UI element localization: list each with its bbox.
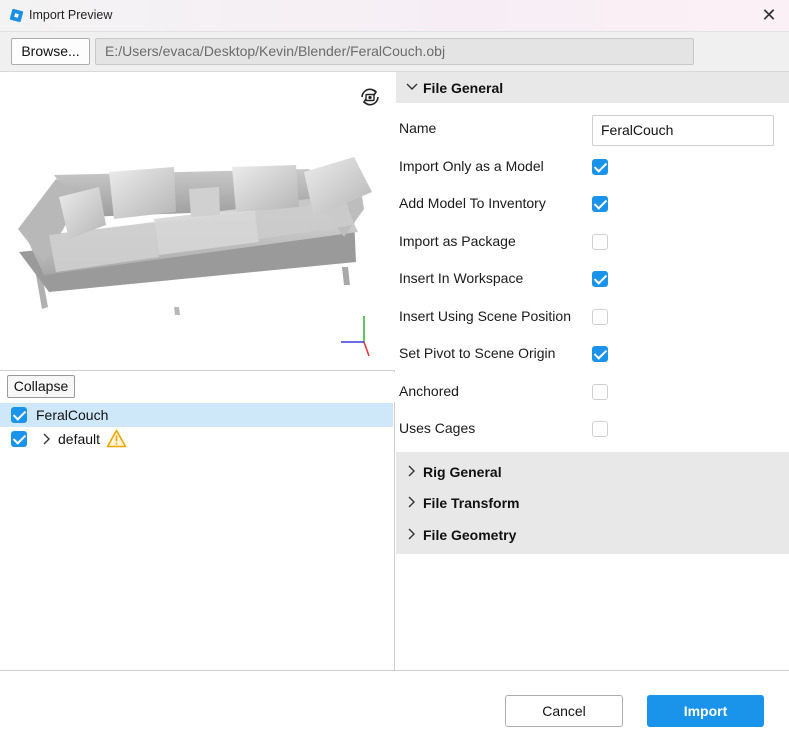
camera-rotate-icon[interactable] xyxy=(357,84,383,110)
cancel-button[interactable]: Cancel xyxy=(505,695,623,727)
option-checkbox[interactable] xyxy=(592,421,608,437)
chevron-down-icon xyxy=(406,83,418,90)
left-panel: Collapse FeralCouch default xyxy=(0,72,395,670)
option-checkbox[interactable] xyxy=(592,383,608,400)
browse-button[interactable]: Browse... xyxy=(11,38,90,65)
option-checkbox[interactable] xyxy=(592,271,608,287)
default-checkbox[interactable] xyxy=(11,431,27,447)
close-icon[interactable]: ✕ xyxy=(759,5,779,25)
section-title: Rig General xyxy=(423,463,502,480)
section-collapsed[interactable]: Rig General xyxy=(396,456,789,488)
name-label: Name xyxy=(399,120,437,136)
prop-option: Insert Using Scene Position xyxy=(396,298,789,336)
import-button[interactable]: Import xyxy=(647,695,764,727)
chevron-right-icon[interactable] xyxy=(41,433,51,445)
collapse-button[interactable]: Collapse xyxy=(7,375,75,398)
file-path-field: E:/Users/evaca/Desktop/Kevin/Blender/Fer… xyxy=(95,38,694,65)
section-title: File Transform xyxy=(423,495,520,511)
name-input[interactable]: FeralCouch xyxy=(592,115,774,146)
option-checkbox[interactable] xyxy=(592,196,608,212)
option-label: Uses Cages xyxy=(399,420,476,436)
section-file-general[interactable]: File General xyxy=(396,72,789,103)
couch-model xyxy=(18,157,372,315)
feralcouch-checkbox[interactable] xyxy=(11,407,27,423)
tree-toolbar: Collapse xyxy=(0,372,395,402)
option-label: Insert Using Scene Position xyxy=(399,307,571,324)
option-checkbox[interactable] xyxy=(592,233,608,250)
properties-panel: File General Name FeralCouch Import Only… xyxy=(396,72,789,670)
section-collapsed[interactable]: File Geometry xyxy=(396,519,789,551)
warning-icon xyxy=(106,429,127,448)
option-checkbox[interactable] xyxy=(592,346,608,362)
option-label: Insert In Workspace xyxy=(399,270,524,286)
option-checkbox[interactable] xyxy=(592,308,608,325)
tree-item-label: FeralCouch xyxy=(36,407,109,423)
window-title: Import Preview xyxy=(29,8,113,22)
option-label: Import Only as a Model xyxy=(399,157,544,174)
section-title: File Geometry xyxy=(423,526,517,543)
prop-option: Uses Cages xyxy=(396,410,789,448)
option-label: Anchored xyxy=(399,382,459,399)
axis-gizmo-icon xyxy=(341,316,370,357)
option-checkbox[interactable] xyxy=(592,158,608,175)
tree-item-default[interactable]: default xyxy=(0,427,393,451)
chevron-right-icon xyxy=(408,528,415,539)
prop-name: Name FeralCouch xyxy=(396,110,789,148)
option-label: Set Pivot to Scene Origin xyxy=(399,345,556,361)
title-bar: Import Preview ✕ xyxy=(0,0,789,32)
tree-item-label: default xyxy=(58,431,101,447)
option-label: Import as Package xyxy=(399,232,516,249)
prop-option: Import as Package xyxy=(396,223,789,261)
prop-option: Import Only as a Model xyxy=(396,148,789,186)
file-toolbar: Browse... E:/Users/evaca/Desktop/Kevin/B… xyxy=(0,32,789,72)
collapsed-sections: Rig General File Transform File Geometry xyxy=(396,451,789,554)
section-collapsed[interactable]: File Transform xyxy=(396,487,789,519)
roblox-studio-icon xyxy=(9,8,24,23)
section-title: File General xyxy=(423,80,504,96)
prop-option: Insert In Workspace xyxy=(396,260,789,298)
option-label: Add Model To Inventory xyxy=(399,195,546,211)
model-tree: FeralCouch default xyxy=(0,403,395,451)
dialog-footer: Cancel Import xyxy=(0,670,789,750)
tree-item-feralcouch[interactable]: FeralCouch xyxy=(0,403,393,427)
chevron-right-icon xyxy=(408,496,415,508)
prop-option: Add Model To Inventory xyxy=(396,185,789,223)
chevron-right-icon xyxy=(408,465,415,476)
model-preview-viewport[interactable] xyxy=(0,72,395,371)
prop-option: Anchored xyxy=(396,373,789,411)
prop-option: Set Pivot to Scene Origin xyxy=(396,335,789,373)
